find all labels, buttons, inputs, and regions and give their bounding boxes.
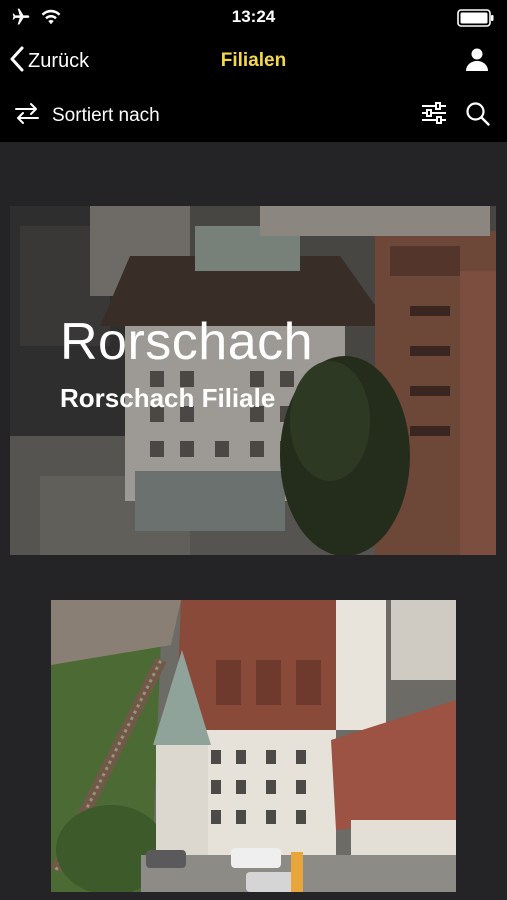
user-profile-button[interactable] xyxy=(465,47,489,76)
search-icon xyxy=(465,102,491,131)
branch-card[interactable] xyxy=(51,600,456,892)
page-title: Filialen xyxy=(220,50,287,71)
card-subtitle: Rorschach Filiale xyxy=(60,383,276,413)
search-button[interactable] xyxy=(465,101,491,132)
toolbar: Sortiert nach xyxy=(0,86,507,142)
filter-sliders-icon xyxy=(421,102,447,128)
sort-label: Sortiert nach xyxy=(52,104,160,126)
user-icon xyxy=(465,48,489,75)
sort-arrows-icon xyxy=(14,102,40,129)
filter-button[interactable] xyxy=(421,102,447,129)
branch-card-rorschach[interactable]: Rorschach Rorschach Filiale xyxy=(10,206,496,555)
battery-icon xyxy=(457,9,495,32)
status-time: 13:24 xyxy=(231,7,276,26)
card-title: Rorschach xyxy=(60,313,314,371)
nav-bar: Zurück Filialen xyxy=(0,36,507,86)
status-bar: 13:24 xyxy=(0,0,507,36)
branch-photo xyxy=(51,600,456,892)
sort-button[interactable]: Sortiert nach xyxy=(14,102,160,129)
